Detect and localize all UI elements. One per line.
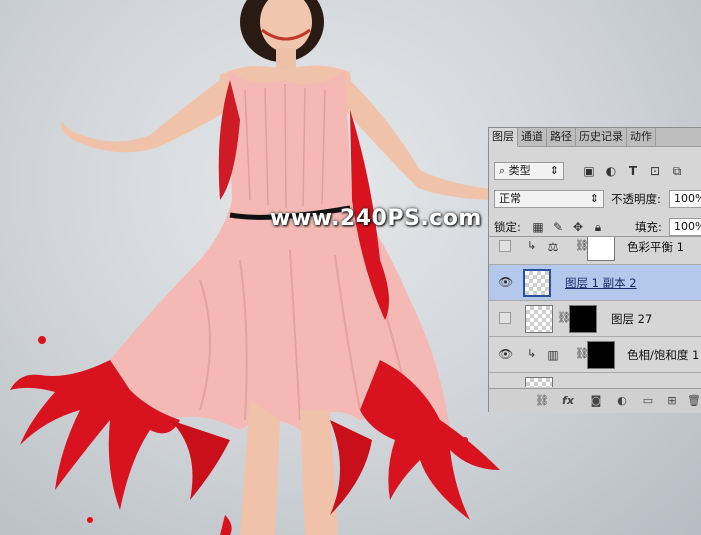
lock-transparent-icon[interactable]: ▦ (530, 219, 546, 235)
tab-paths[interactable]: 路径 (547, 128, 576, 146)
balance-icon: ⚖ (547, 240, 559, 254)
layer-row[interactable] (489, 373, 701, 387)
lock-image-icon[interactable]: ✎ (550, 219, 566, 235)
filter-kind-label: 类型 (508, 164, 531, 177)
filter-kind-select[interactable]: ⌕ 类型 ⇕ (494, 162, 564, 180)
tab-history[interactable]: 历史记录 (576, 128, 627, 146)
layers-panel: 图层 通道 路径 历史记录 动作 ⌕ 类型 ⇕ ▣ ◐ T ⊡ ⧉ 正常 ⇕ 不… (488, 127, 701, 413)
tab-channels[interactable]: 通道 (518, 128, 547, 146)
layer-mask-thumbnail[interactable] (569, 305, 597, 333)
layer-thumbnail[interactable] (525, 305, 553, 333)
layer-row[interactable]: 👁︎ ↳ ▥ ⛓ 色相/饱和度 1 (489, 337, 701, 373)
updown-icon: ⇕ (549, 164, 559, 177)
trash-icon[interactable]: 🗑︎ (687, 393, 701, 407)
opacity-field[interactable]: 100% (669, 190, 701, 208)
layer-mask-thumbnail[interactable] (587, 237, 615, 261)
blend-mode-value: 正常 (499, 192, 521, 205)
panel-tabs: 图层 通道 路径 历史记录 动作 (489, 128, 701, 147)
mask-icon[interactable]: ◙ (589, 393, 603, 407)
new-layer-icon[interactable]: ⊞ (665, 393, 679, 407)
lock-position-icon[interactable]: ✥ (570, 219, 586, 235)
layer-name[interactable]: 图层 1 副本 2 (565, 275, 637, 291)
watermark-text: www.240PS.com (270, 206, 482, 231)
layer-row[interactable]: ⛓ 图层 27 (489, 301, 701, 337)
visibility-toggle[interactable] (499, 312, 511, 324)
lock-label: 锁定: (494, 220, 521, 234)
smart-object-filter-icon[interactable]: ⧉ (669, 163, 685, 179)
clip-arrow-icon: ↳ (527, 347, 537, 360)
layer-name[interactable]: 色相/饱和度 1 (627, 347, 699, 363)
link-icon[interactable]: ⛓ (535, 393, 549, 407)
tab-actions[interactable]: 动作 (627, 128, 656, 146)
layer-name[interactable]: 图层 27 (611, 311, 652, 327)
eye-icon[interactable]: 👁︎ (498, 275, 513, 289)
tab-layers[interactable]: 图层 (489, 128, 518, 147)
fill-label: 填充: (635, 220, 662, 234)
lock-all-icon[interactable]: 🔒︎ (590, 219, 606, 235)
updown-icon: ⇕ (589, 192, 599, 205)
opacity-label: 不透明度: (611, 192, 661, 206)
folder-icon[interactable]: ▭ (641, 393, 655, 407)
panel-footer: ⛓ fx ◙ ◐ ▭ ⊞ 🗑︎ (489, 388, 701, 413)
fill-field[interactable]: 100% (669, 218, 701, 236)
clip-arrow-icon: ↳ (527, 239, 537, 252)
image-filter-icon[interactable]: ▣ (581, 163, 597, 179)
adjustment-filter-icon[interactable]: ◐ (603, 163, 619, 179)
eye-icon[interactable]: 👁︎ (498, 347, 513, 361)
layer-row-selected[interactable]: 👁︎ 图层 1 副本 2 (489, 265, 701, 301)
fx-icon[interactable]: fx (561, 393, 575, 407)
type-filter-icon[interactable]: T (625, 163, 641, 179)
layer-name[interactable]: 色彩平衡 1 (627, 239, 684, 255)
layer-row[interactable]: ↳ ⚖ ⛓ 色彩平衡 1 (489, 237, 701, 265)
layers-list: ↳ ⚖ ⛓ 色彩平衡 1 👁︎ 图层 1 副本 2 ⛓ 图层 27 👁︎ ↳ ▥… (489, 236, 701, 387)
layer-thumbnail[interactable] (523, 269, 551, 297)
search-icon: ⌕ (499, 164, 506, 177)
hue-saturation-icon: ▥ (547, 348, 559, 362)
layer-mask-thumbnail[interactable] (587, 341, 615, 369)
blend-mode-select[interactable]: 正常 ⇕ (494, 190, 604, 208)
layer-thumbnail[interactable] (525, 377, 553, 387)
shape-filter-icon[interactable]: ⊡ (647, 163, 663, 179)
visibility-toggle[interactable] (499, 240, 511, 252)
adjustment-icon[interactable]: ◐ (615, 393, 629, 407)
